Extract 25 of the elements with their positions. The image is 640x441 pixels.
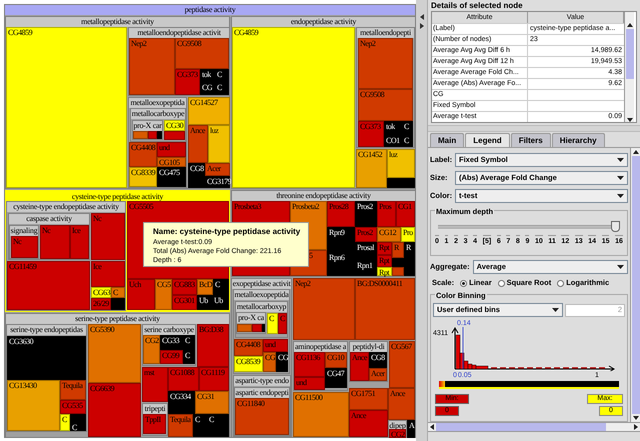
group-title: metallocarboxyp: [236, 302, 287, 312]
group-title: exopeptidase activit: [232, 279, 291, 289]
group-title: aspartic-type endo: [234, 376, 290, 386]
group-title: serine-type peptidase activity: [6, 314, 229, 324]
section-title: Details of selected node: [431, 0, 524, 11]
group-title: tripepti: [143, 404, 167, 414]
group-title: aminopeptidase a: [294, 342, 347, 352]
group-title: aspartic endopepti: [235, 388, 289, 398]
group-title: endopeptidase activity: [232, 17, 415, 27]
group-title: metallopeptidase activity: [6, 17, 229, 27]
group-title: metalloexopeptida: [234, 290, 289, 300]
group-title: metalloendopepti: [357, 28, 414, 38]
group-title: metallocarboxype: [131, 109, 185, 119]
group-title: cysteine-type endopeptidase activity: [7, 202, 125, 212]
group-title: threonine endopeptidase activity: [232, 191, 415, 201]
group-title: pro-X ca: [237, 313, 265, 323]
group-title: pro-X car: [133, 121, 162, 131]
group-title: signaling: [10, 226, 38, 236]
group-title: metalloexopeptida: [129, 98, 186, 108]
group-title: serine-type endopeptidas: [7, 325, 86, 335]
group-title: peptidase activity: [5, 5, 415, 15]
group-title: peptidyl-di: [350, 342, 387, 352]
group-title: metalloendopeptidase activit: [129, 28, 229, 38]
group-title: serine carboxype: [143, 325, 195, 335]
group-title: caspase activity: [9, 214, 89, 224]
